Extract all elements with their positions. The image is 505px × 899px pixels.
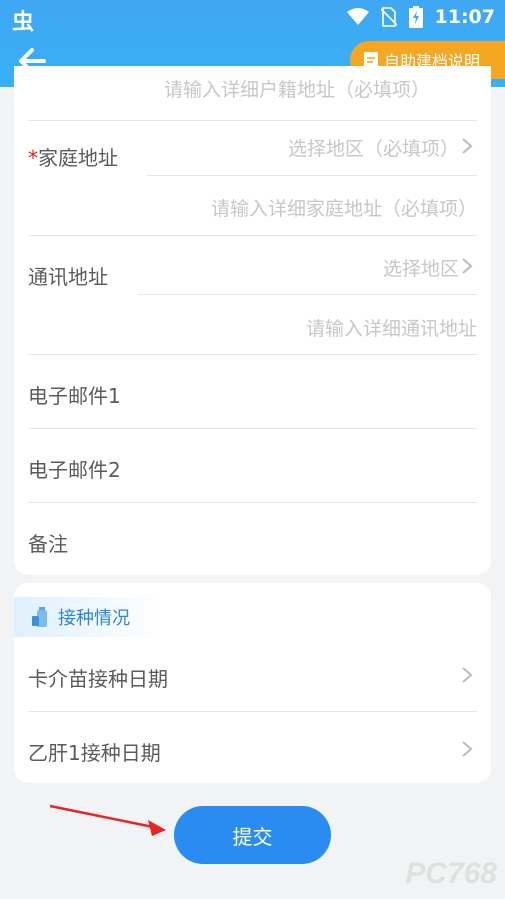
mail-address-region-select[interactable]: 选择地区 (383, 254, 459, 281)
divider (147, 175, 477, 176)
native-address-detail-input[interactable]: 请输入详细户籍地址（必填项） (164, 75, 430, 102)
wifi-icon (346, 8, 369, 25)
personal-info-card: 请输入详细户籍地址（必填项） *家庭地址 选择地区（必填项） 请输入详细家庭地址… (14, 66, 491, 575)
divider (28, 354, 477, 355)
divider (28, 711, 477, 712)
submit-button[interactable]: 提交 (174, 806, 331, 864)
required-mark: * (28, 146, 38, 170)
vaccination-section-header: 接种情况 (14, 597, 164, 637)
email2-field[interactable]: 电子邮件2 (28, 454, 121, 483)
vaccine-bottle-icon (32, 607, 47, 627)
divider (28, 235, 477, 236)
divider (28, 502, 477, 503)
hepb1-date-label: 乙肝1接种日期 (28, 741, 161, 765)
divider (138, 294, 477, 295)
email1-field[interactable]: 电子邮件1 (28, 380, 121, 409)
battery-charging-icon (408, 6, 423, 28)
vaccination-card: 接种情况 卡介苗接种日期 乙肝1接种日期 (14, 583, 491, 783)
chevron-right-icon (462, 741, 473, 757)
home-address-detail-input[interactable]: 请输入详细家庭地址（必填项） (211, 194, 477, 221)
remark-field[interactable]: 备注 (28, 528, 68, 557)
mail-address-detail-input[interactable]: 请输入详细通讯地址 (306, 314, 477, 341)
status-app-icon: 虫 (12, 10, 35, 35)
bcg-date-label: 卡介苗接种日期 (28, 667, 168, 691)
chevron-right-icon (462, 138, 473, 154)
status-time: 11:07 (434, 6, 495, 28)
home-address-label-text: 家庭地址 (38, 146, 118, 170)
status-icons: 11:07 (346, 6, 495, 28)
chevron-right-icon (462, 667, 473, 683)
vaccination-section-title: 接种情况 (58, 608, 130, 629)
annotation-arrow-icon (49, 804, 166, 836)
home-address-label: *家庭地址 (28, 142, 118, 171)
divider (28, 120, 477, 121)
mail-address-label: 通讯地址 (28, 265, 108, 289)
divider (28, 428, 477, 429)
home-address-region-select[interactable]: 选择地区（必填项） (288, 134, 459, 161)
chevron-right-icon (462, 258, 473, 274)
watermark-logo: PC768 (405, 857, 497, 890)
status-bar: 虫 11:07 (0, 0, 505, 35)
no-sim-icon (380, 7, 397, 27)
